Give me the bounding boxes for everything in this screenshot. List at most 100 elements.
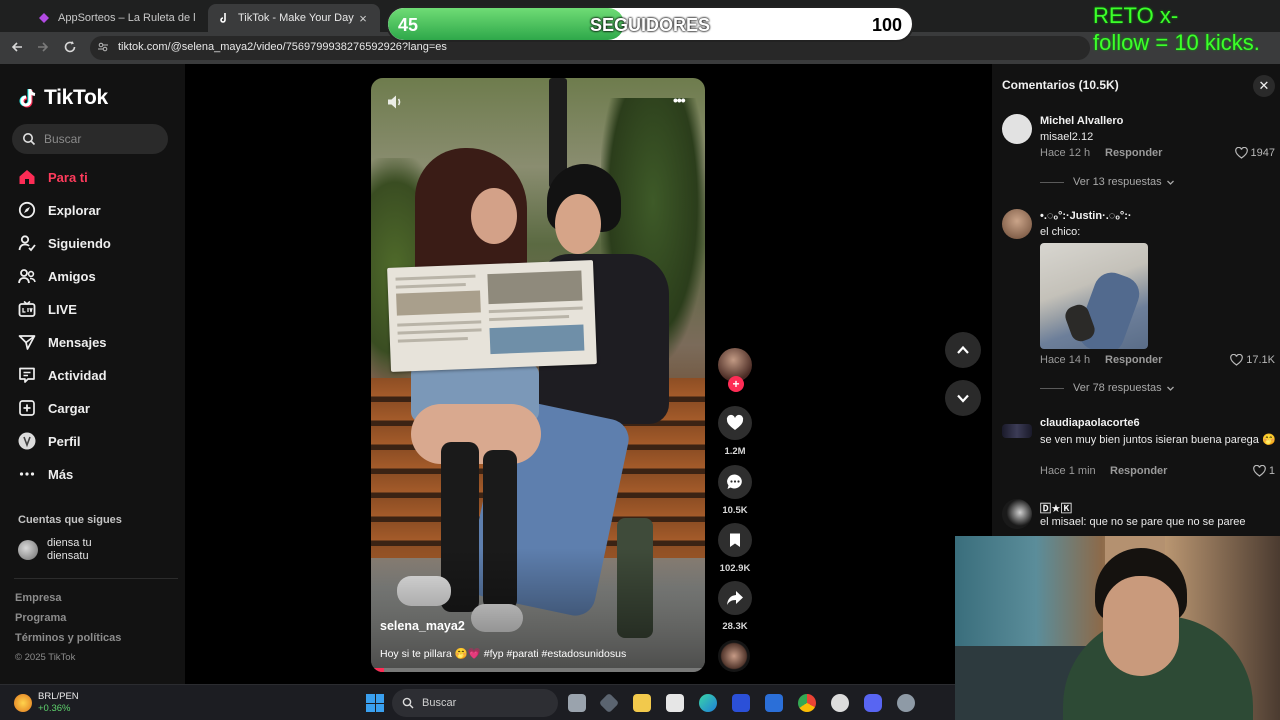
comment-user[interactable]: •.◌ₒ°:·Justin·.◌ₒ°:·: [1040, 210, 1132, 222]
avatar[interactable]: [1002, 114, 1032, 144]
edge-icon[interactable]: [699, 694, 717, 712]
view-replies-button[interactable]: Ver 78 respuestas: [1040, 382, 1175, 394]
followed-account[interactable]: diensa tu diensatu: [18, 537, 117, 563]
back-icon[interactable]: [9, 40, 25, 56]
comment-time: Hace 14 h: [1040, 354, 1091, 366]
upload-icon: [18, 399, 36, 417]
dev-app-icon[interactable]: [598, 692, 620, 714]
follow-plus-icon[interactable]: +: [728, 376, 744, 392]
nav-explorar[interactable]: Explorar: [18, 199, 101, 221]
follower-goal-target: 100: [871, 15, 902, 35]
comment-like-count: 1947: [1250, 147, 1275, 159]
nav-actividad[interactable]: Actividad: [18, 364, 107, 386]
tiktok-sidebar: TikTok Buscar Para ti Explorar Siguiendo…: [0, 64, 185, 684]
reply-button[interactable]: Responder: [1105, 354, 1162, 366]
nav-amigos[interactable]: Amigos: [18, 265, 96, 287]
comments-panel: Comentarios (10.5K) ✕ Michel Alvallero m…: [992, 64, 1280, 536]
comment-user[interactable]: 🄳★🄺: [1040, 500, 1072, 516]
following-section-title: Cuentas que sigues: [18, 514, 122, 526]
view-replies-button[interactable]: Ver 13 respuestas: [1040, 176, 1175, 188]
comment-user[interactable]: claudiapaolacorte6: [1040, 417, 1140, 429]
currency-pair: BRL/PEN: [38, 691, 79, 702]
footer-link-terminos[interactable]: Términos y políticas: [15, 632, 121, 644]
nav-live[interactable]: LIVE: [18, 298, 77, 320]
comment-text: se ven muy bien juntos isieran buena par…: [1040, 434, 1276, 446]
challenge-overlay: RETO x- follow = 10 kicks.: [1093, 2, 1280, 56]
reply-button[interactable]: Responder: [1110, 465, 1167, 477]
tiktok-favicon: [218, 12, 230, 24]
more-icon: [18, 465, 36, 483]
like-button[interactable]: [718, 406, 752, 440]
profile-icon: [18, 432, 36, 450]
comment-text: el chico:: [1040, 226, 1081, 238]
heart-icon: [726, 414, 744, 430]
comment-like-button[interactable]: 1947: [1234, 147, 1275, 159]
comment-button[interactable]: [718, 465, 752, 499]
video-more-icon[interactable]: •••: [673, 92, 686, 108]
settings-icon[interactable]: [897, 694, 915, 712]
visual-studio-icon[interactable]: [765, 694, 783, 712]
video-caption: Hoy si te pillara 🤭💗 #fyp #parati #estad…: [380, 648, 627, 660]
video-author[interactable]: selena_maya2: [380, 619, 465, 633]
reload-icon[interactable]: [62, 40, 78, 56]
nav-perfil[interactable]: Perfil: [18, 430, 81, 452]
browser-tab-appsorteos[interactable]: AppSorteos – La Ruleta de la Su: [28, 4, 206, 32]
music-disc-icon[interactable]: [718, 640, 750, 672]
nav-siguiendo[interactable]: Siguiendo: [18, 232, 111, 254]
view-replies-label: Ver 78 respuestas: [1073, 382, 1162, 394]
site-info-icon[interactable]: [96, 41, 110, 55]
comment-like-button[interactable]: 17.1K: [1230, 354, 1275, 366]
chevron-down-icon: [1166, 180, 1174, 185]
video-player[interactable]: ••• selena_maya2 Hoy si te pillara 🤭💗 #f…: [371, 78, 705, 672]
discord-icon[interactable]: [864, 694, 882, 712]
taskbar-search[interactable]: Buscar: [392, 689, 558, 717]
nav-para-ti[interactable]: Para ti: [18, 166, 88, 188]
forward-icon[interactable]: [35, 40, 51, 56]
share-button[interactable]: [718, 581, 752, 615]
file-explorer-icon[interactable]: [633, 694, 651, 712]
heart-outline-icon: [1234, 147, 1248, 159]
tab-title: TikTok - Make Your Day: [238, 12, 354, 24]
footer-link-empresa[interactable]: Empresa: [15, 592, 61, 604]
tiktok-logo[interactable]: TikTok: [18, 86, 108, 110]
avatar: [18, 540, 38, 560]
task-view-icon[interactable]: [568, 694, 586, 712]
comment-user[interactable]: Michel Alvallero: [1040, 115, 1123, 127]
nav-mensajes[interactable]: Mensajes: [18, 331, 107, 353]
close-comments-icon[interactable]: ✕: [1253, 75, 1275, 97]
nav-mas[interactable]: Más: [18, 463, 73, 485]
avatar[interactable]: [1002, 424, 1032, 438]
currency-change: +0.36%: [38, 703, 71, 714]
nav-label: Mensajes: [48, 334, 107, 350]
store-icon[interactable]: [666, 694, 684, 712]
avatar[interactable]: [1002, 209, 1032, 239]
nav-label: Amigos: [48, 268, 96, 284]
taskbar-search-placeholder: Buscar: [422, 697, 457, 709]
m-app-icon[interactable]: [732, 694, 750, 712]
next-video-button[interactable]: [945, 380, 981, 416]
search-input[interactable]: Buscar: [12, 124, 168, 154]
followed-account-name: diensa tu diensatu: [47, 537, 92, 562]
footer-link-programa[interactable]: Programa: [15, 612, 66, 624]
comment-image[interactable]: [1040, 243, 1148, 349]
power-icon[interactable]: [831, 694, 849, 712]
nav-cargar[interactable]: Cargar: [18, 397, 90, 419]
currency-icon: [14, 694, 32, 712]
video-progress-bar[interactable]: [371, 668, 705, 672]
chrome-icon[interactable]: [798, 694, 816, 712]
windows-start-icon[interactable]: [366, 694, 384, 712]
avatar[interactable]: [1002, 499, 1032, 529]
comment-like-button[interactable]: 1: [1253, 465, 1275, 477]
browser-tab-tiktok[interactable]: TikTok - Make Your Day ×: [208, 4, 380, 32]
currency-widget[interactable]: BRL/PEN +0.36%: [14, 691, 79, 715]
reply-button[interactable]: Responder: [1105, 147, 1162, 159]
appsorteos-favicon: [38, 12, 50, 24]
close-tab-icon[interactable]: ×: [356, 11, 370, 26]
previous-video-button[interactable]: [945, 332, 981, 368]
url-text: tiktok.com/@selena_maya2/video/756979993…: [118, 41, 447, 53]
chevron-down-icon: [1166, 386, 1174, 391]
save-button[interactable]: [718, 523, 752, 557]
nav-label: LIVE: [48, 301, 77, 317]
search-icon: [402, 697, 414, 709]
volume-icon[interactable]: [385, 92, 405, 112]
